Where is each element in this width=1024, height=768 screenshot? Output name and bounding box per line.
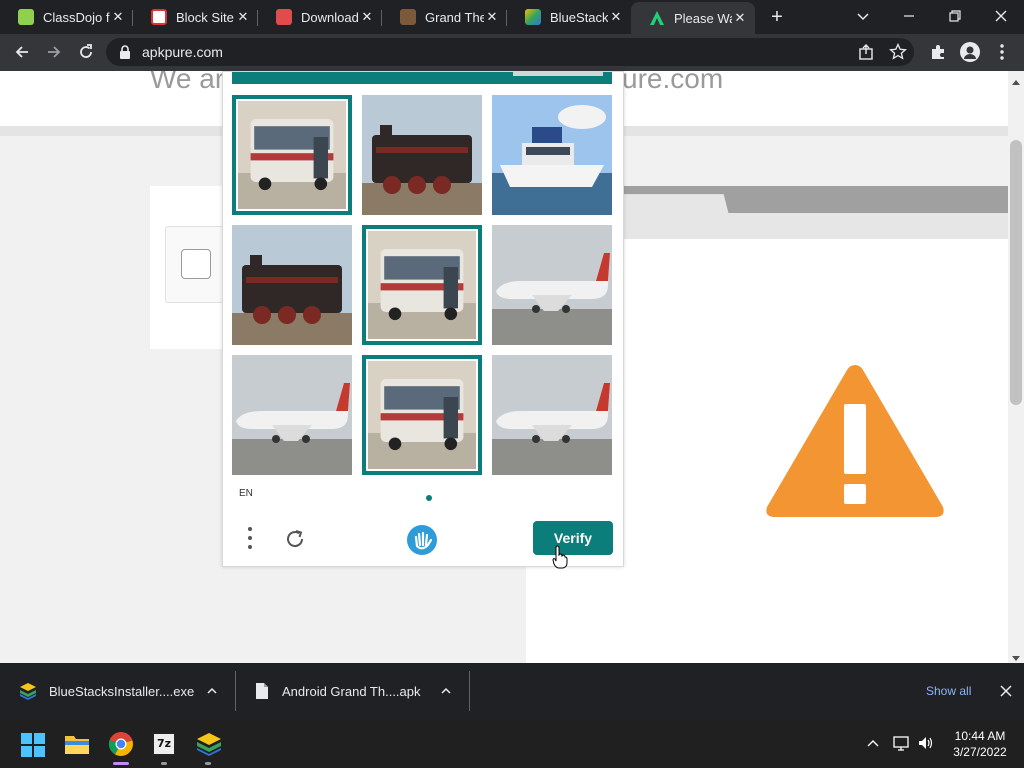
download-icon (276, 9, 292, 25)
bluestacks-taskbar-icon[interactable] (196, 731, 222, 757)
close-tab-icon[interactable]: ✕ (608, 9, 624, 25)
reload-icon[interactable] (76, 42, 96, 62)
download-separator (469, 671, 470, 711)
language-selector[interactable]: EN (239, 488, 253, 499)
gta-icon (400, 9, 416, 25)
windows-start-icon[interactable] (21, 733, 45, 757)
captcha-tile-bus[interactable] (362, 225, 482, 345)
tab-title: Please Wai (674, 10, 732, 26)
captcha-tile-airplane[interactable] (492, 225, 612, 345)
windows-taskbar: 7z 10:44 AM 3/27/2022 (0, 720, 1024, 768)
tab-search-chevron-icon[interactable] (853, 6, 873, 26)
close-tab-icon[interactable]: ✕ (235, 9, 251, 25)
share-icon[interactable] (857, 43, 875, 61)
close-tab-icon[interactable]: ✕ (484, 9, 500, 25)
captcha-tile-airplane[interactable] (232, 355, 352, 475)
network-icon[interactable] (892, 734, 910, 752)
tab-title: Grand Theft (425, 9, 484, 25)
tab-bluestacks[interactable]: BlueStacks ✕ (507, 2, 631, 32)
warning-icon (763, 359, 947, 522)
download-chevron-up-icon[interactable] (205, 684, 219, 698)
apkpure-icon (649, 10, 665, 26)
forward-icon[interactable] (44, 42, 64, 62)
scroll-down-arrow-icon[interactable] (1011, 650, 1021, 661)
7zip-icon[interactable]: 7z (152, 732, 176, 756)
captcha-tile-bus[interactable] (362, 355, 482, 475)
page-indicator-dot (426, 495, 432, 501)
tab-title: ClassDojo f (43, 9, 110, 25)
page-heading-left: We ar (150, 71, 225, 94)
download-chevron-up-icon[interactable] (439, 684, 453, 698)
new-tab-icon[interactable]: + (766, 6, 788, 28)
menu-dots-icon[interactable] (245, 524, 255, 552)
download-item-name[interactable]: Android Grand Th....apk (282, 684, 421, 699)
minimize-icon[interactable] (899, 6, 919, 26)
tab-strip: ClassDojo f ✕ Block Site P ✕ Download ✕ … (0, 0, 1024, 34)
scrollbar-thumb[interactable] (1010, 140, 1022, 405)
url-text[interactable]: apkpure.com (142, 44, 223, 60)
tab-classdojo[interactable]: ClassDojo f ✕ (0, 2, 133, 32)
chrome-active-indicator (113, 762, 129, 765)
download-item-name[interactable]: BlueStacksInstaller....exe (49, 684, 194, 699)
hand-cursor-icon (552, 545, 568, 569)
bluestacks-icon (525, 9, 541, 25)
tab-download[interactable]: Download ✕ (258, 2, 382, 32)
tab-title: BlueStacks (550, 9, 608, 25)
captcha-tile-train[interactable] (362, 95, 482, 215)
tab-grand-theft[interactable]: Grand Theft ✕ (382, 2, 507, 32)
close-tab-icon[interactable]: ✕ (110, 9, 126, 25)
captcha-tile-bus[interactable] (232, 95, 352, 215)
hcaptcha-challenge: EN Verify (222, 71, 624, 567)
page-heading-right: ure.com (622, 71, 724, 94)
restore-icon[interactable] (945, 6, 965, 26)
bluestacks-running-indicator (205, 762, 211, 765)
captcha-tile-train[interactable] (232, 225, 352, 345)
bookmark-star-icon[interactable] (889, 42, 907, 61)
verify-button[interactable]: Verify (533, 521, 613, 555)
captcha-checkbox[interactable] (181, 249, 211, 279)
show-all-downloads-link[interactable]: Show all (926, 684, 971, 698)
back-icon[interactable] (12, 42, 32, 62)
browser-menu-icon[interactable] (996, 42, 1008, 62)
lock-icon[interactable] (118, 44, 132, 60)
extensions-puzzle-icon[interactable] (929, 43, 947, 61)
7zip-running-indicator (161, 762, 167, 765)
address-bar[interactable] (106, 38, 914, 66)
refresh-icon[interactable] (283, 527, 307, 551)
profile-avatar-icon[interactable] (960, 42, 980, 62)
captcha-tile-boat[interactable] (492, 95, 612, 215)
accessibility-hand-icon[interactable] (406, 524, 438, 556)
close-tab-icon[interactable]: ✕ (359, 9, 375, 25)
classdojo-icon (18, 9, 34, 25)
volume-icon[interactable] (917, 734, 935, 752)
captcha-tile-airplane[interactable] (492, 355, 612, 475)
tab-title: Download (301, 9, 359, 25)
bluestacks-file-icon (19, 682, 37, 700)
close-window-icon[interactable] (991, 6, 1011, 26)
scroll-up-arrow-icon[interactable] (1011, 73, 1021, 85)
challenge-example-image (513, 72, 603, 76)
chrome-icon[interactable] (108, 731, 134, 757)
clock-date[interactable]: 3/27/2022 (940, 745, 1020, 759)
tab-please-wait[interactable]: Please Wai ✕ (631, 2, 755, 34)
block-site-icon (151, 9, 167, 25)
close-tab-icon[interactable]: ✕ (732, 10, 748, 26)
close-downloads-icon[interactable] (999, 684, 1013, 698)
system-tray-chevron-icon[interactable] (866, 736, 880, 750)
clock-time[interactable]: 10:44 AM (940, 729, 1020, 743)
tab-title: Block Site P (176, 9, 235, 25)
downloads-bar: BlueStacksInstaller....exe Android Grand… (0, 663, 1024, 720)
tab-block-site[interactable]: Block Site P ✕ (133, 2, 258, 32)
file-icon (255, 682, 269, 700)
file-explorer-icon[interactable] (64, 732, 90, 756)
download-separator (235, 671, 236, 711)
